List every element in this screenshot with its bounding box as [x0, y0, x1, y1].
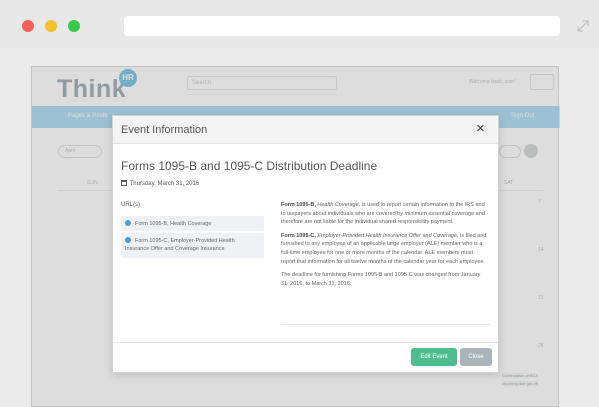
- event-date: Thursday, March 31, 2016: [121, 180, 199, 187]
- globe-icon: [125, 237, 131, 243]
- globe-icon: [125, 220, 131, 226]
- modal-header: Event Information ×: [113, 116, 498, 144]
- url-link-text[interactable]: Form 1095-B, Health Coverage: [135, 221, 211, 227]
- description-paragraph: Form 1095-C, Employer-Provided Health In…: [281, 232, 488, 266]
- edit-event-button[interactable]: Edit Event: [411, 348, 457, 366]
- form-subtitle: Employer-Provided Health Insurance Offer…: [317, 232, 459, 239]
- modal-title: Event Information: [121, 124, 208, 136]
- address-bar[interactable]: [124, 16, 560, 36]
- form-name: Form 1095-C,: [281, 232, 316, 239]
- event-date-text: Thursday, March 31, 2016: [129, 181, 200, 187]
- url-link[interactable]: Form 1095-C, Employer-Provided Health In…: [121, 233, 264, 258]
- close-icon[interactable]: ×: [476, 121, 485, 137]
- event-info-modal: Event Information × Forms 1095-B and 109…: [112, 115, 499, 373]
- expand-icon[interactable]: [577, 20, 589, 32]
- description-paragraph: The deadline for furnishing Forms 1095-B…: [281, 272, 481, 287]
- close-button[interactable]: Close: [460, 348, 492, 366]
- urls-label: URL(s): [121, 202, 140, 208]
- browser-window: Think HR Search Welcome back, user! Page…: [0, 0, 599, 407]
- url-link[interactable]: Form 1095-B, Health Coverage: [121, 216, 264, 231]
- close-window-button[interactable]: [22, 20, 34, 32]
- event-description: Form 1095-B, Health Coverage, is used to…: [281, 201, 488, 293]
- minimize-window-button[interactable]: [45, 20, 57, 32]
- url-link-text[interactable]: Form 1095-C, Employer-Provided Health In…: [125, 238, 235, 252]
- browser-toolbar: [0, 0, 599, 48]
- maximize-window-button[interactable]: [68, 20, 80, 32]
- form-name: Form 1095-B,: [281, 202, 316, 208]
- form-subtitle: Health Coverage,: [317, 202, 361, 208]
- modal-footer-divider: [113, 342, 498, 343]
- divider: [281, 324, 490, 325]
- event-title: Forms 1095-B and 1095-C Distribution Dea…: [121, 159, 378, 173]
- description-paragraph: Form 1095-B, Health Coverage, is used to…: [281, 201, 488, 227]
- calendar-icon: [121, 180, 127, 186]
